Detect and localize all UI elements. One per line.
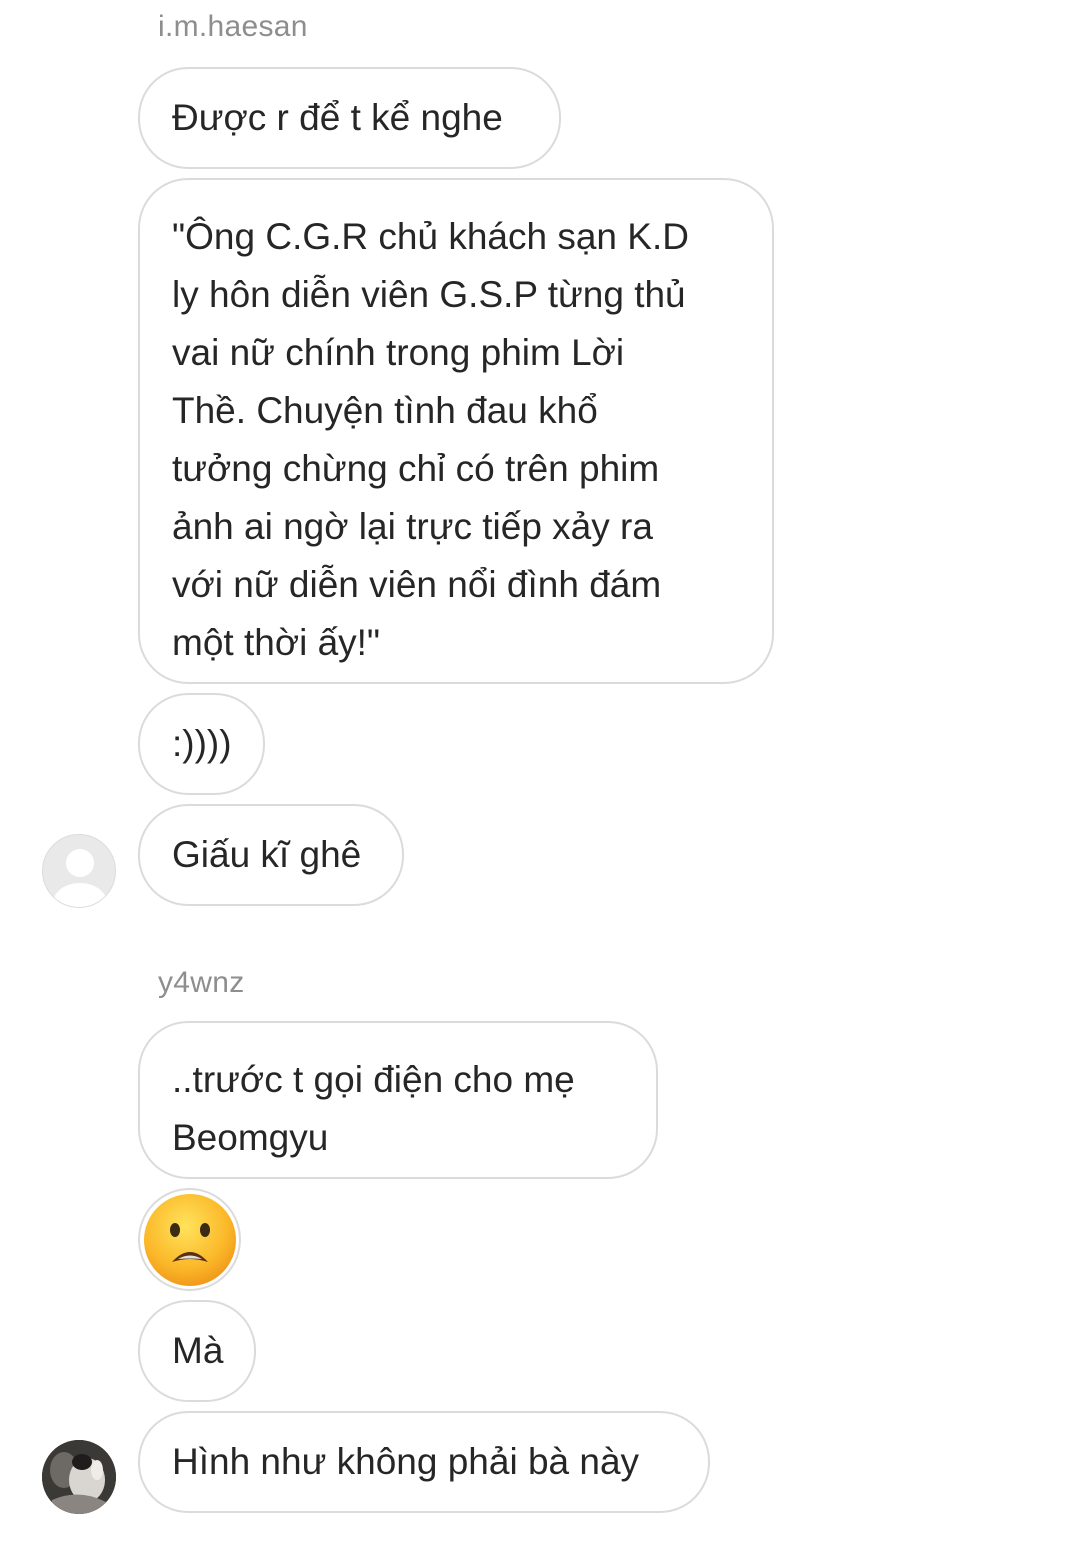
message-text: :)))) (172, 723, 232, 764)
message-text: "Ông C.G.R chủ khách sạn K.D ly hôn diễn… (172, 216, 689, 663)
message-text: Mà (172, 1330, 224, 1371)
message-bubble[interactable]: Được r để t kể nghe (138, 67, 561, 169)
emoji-message-bubble[interactable] (138, 1188, 241, 1291)
message-bubble[interactable]: Mà (138, 1300, 256, 1402)
default-user-avatar-icon[interactable] (42, 834, 116, 908)
message-bubble[interactable]: :)))) (138, 693, 265, 795)
sender-name: y4wnz (158, 966, 245, 999)
user-photo-avatar-icon[interactable] (42, 1440, 116, 1514)
message-text: Giấu kĩ ghê (172, 834, 362, 875)
message-bubble[interactable]: "Ông C.G.R chủ khách sạn K.D ly hôn diễn… (138, 178, 774, 684)
message-bubble[interactable]: ..trước t gọi điện cho mẹ Beomgyu (138, 1021, 658, 1179)
message-text: ..trước t gọi điện cho mẹ Beomgyu (172, 1059, 575, 1158)
message-text: Được r để t kể nghe (172, 97, 503, 138)
message-bubble[interactable]: Hình như không phải bà này (138, 1411, 710, 1513)
message-bubble[interactable]: Giấu kĩ ghê (138, 804, 404, 906)
message-text: Hình như không phải bà này (172, 1441, 640, 1482)
sender-name: i.m.haesan (158, 10, 308, 43)
anguished-face-emoji-icon (143, 1193, 236, 1286)
